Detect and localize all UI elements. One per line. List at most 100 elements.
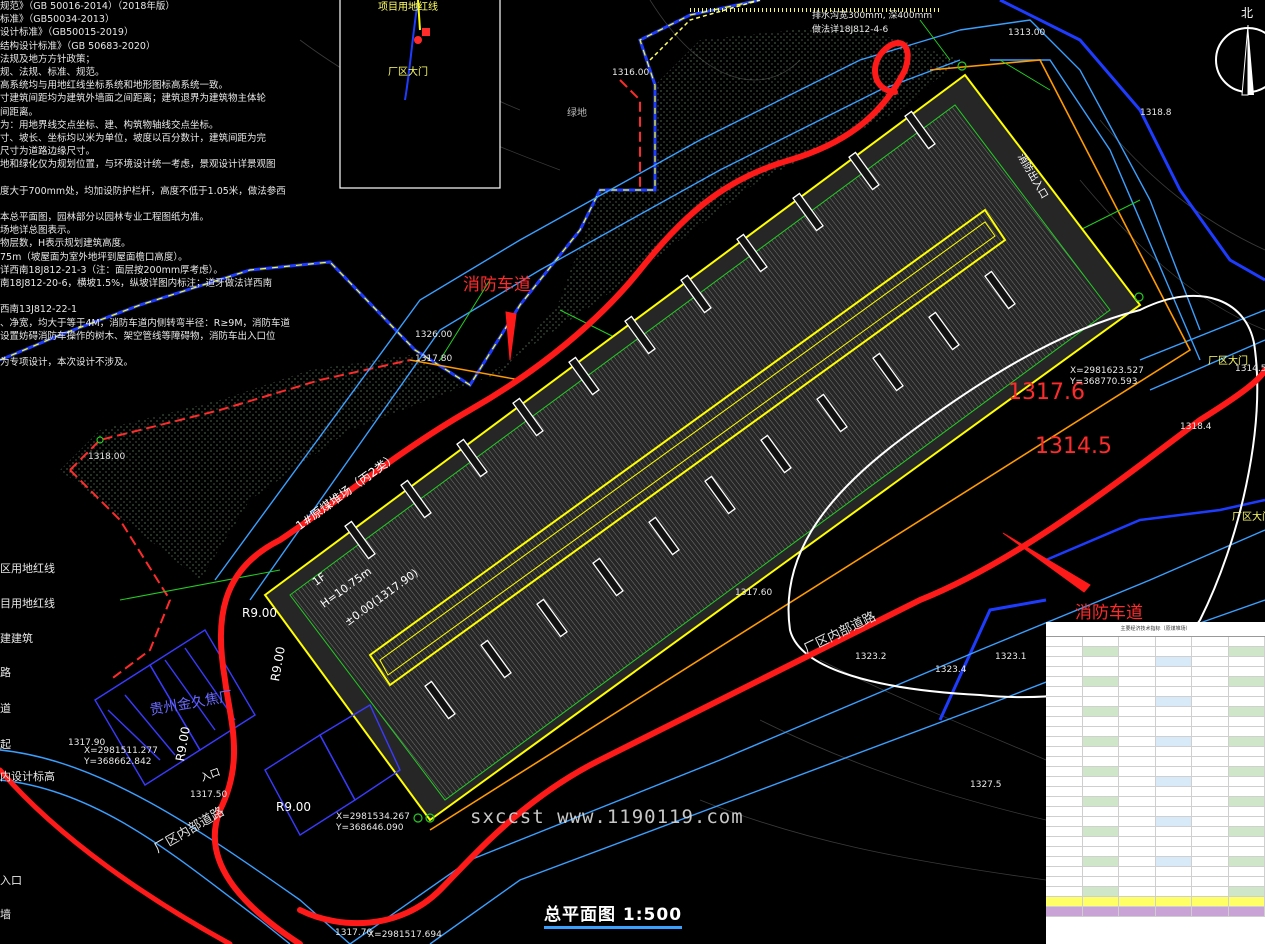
- table-cell: [1156, 747, 1192, 756]
- table-cell: [1046, 817, 1083, 826]
- table-cell: [1046, 767, 1083, 776]
- table-cell: [1083, 687, 1119, 696]
- table-cell: [1228, 767, 1265, 776]
- table-cell: [1192, 697, 1229, 706]
- table-cell: [1046, 897, 1083, 906]
- elevation-tag: 1323.1: [995, 652, 1027, 662]
- note-line: 场地详总图表示。: [0, 225, 77, 237]
- table-cell: [1082, 647, 1119, 656]
- table-cell: [1082, 907, 1119, 916]
- note-line: 西南13J812-22-1: [0, 304, 78, 316]
- elevation-tag: 1323.2: [855, 652, 887, 662]
- table-cell: [1156, 877, 1192, 886]
- table-cell: [1046, 707, 1083, 716]
- table-cell: [1119, 887, 1156, 896]
- table-cell: [1229, 877, 1265, 886]
- table-cell: [1082, 827, 1119, 836]
- note-line: 寸建筑间距均为建筑外墙面之间距离；建筑退界为建筑物主体轮: [0, 93, 267, 105]
- table-cell: [1046, 887, 1083, 896]
- table-cell: [1046, 727, 1083, 736]
- table-cell: [1192, 717, 1229, 726]
- table-cell: [1119, 897, 1156, 906]
- table-cell: [1046, 797, 1083, 806]
- table-cell: [1119, 727, 1156, 736]
- table-cell: [1119, 867, 1156, 876]
- table-cell: [1228, 677, 1265, 686]
- table-cell: [1228, 827, 1265, 836]
- table-cell: [1119, 797, 1156, 806]
- table-cell: [1156, 727, 1192, 736]
- coordinate-label: X=2981623.527: [1070, 366, 1144, 376]
- table-cell: [1119, 707, 1156, 716]
- economic-indicator-table: 主要经济技术指标（原煤堆场）: [1046, 622, 1265, 944]
- note-line: 寸、坡长、坐标均以米为单位，坡度以百分数计，建筑间距为完: [0, 132, 267, 144]
- legend-item: 道: [0, 702, 11, 715]
- table-cell: [1229, 697, 1265, 706]
- table-cell: [1119, 757, 1156, 766]
- note-line: 高系统均与用地红线坐标系统和地形图标高系统一致。: [0, 80, 229, 92]
- table-title: 主要经济技术指标（原煤堆场）: [1046, 622, 1265, 637]
- table-cell: [1156, 757, 1192, 766]
- table-cell: [1228, 797, 1265, 806]
- table-cell: [1155, 697, 1192, 706]
- table-row: [1046, 767, 1265, 777]
- table-cell: [1046, 667, 1083, 676]
- table-cell: [1119, 877, 1156, 886]
- table-cell: [1156, 647, 1192, 656]
- note-line: 物层数，H表示规划建筑高度。: [0, 238, 131, 250]
- grass-label: 绿地: [567, 108, 587, 119]
- table-cell: [1082, 887, 1119, 896]
- table-cell: [1228, 737, 1265, 746]
- table-cell: [1156, 677, 1192, 686]
- table-cell: [1192, 897, 1229, 906]
- table-cell: [1083, 777, 1119, 786]
- coordinate-label: Y=368770.593: [1070, 377, 1138, 387]
- table-cell: [1192, 817, 1229, 826]
- table-cell: [1192, 857, 1229, 866]
- table-cell: [1046, 807, 1083, 816]
- table-cell: [1083, 807, 1119, 816]
- north-label: 北: [1241, 6, 1254, 20]
- table-cell: [1119, 787, 1156, 796]
- table-row: [1046, 797, 1265, 807]
- elevation-tag: 1317.50: [190, 790, 228, 800]
- radius-label: R9.00: [242, 606, 278, 620]
- table-cell: [1192, 887, 1229, 896]
- table-cell: [1046, 777, 1083, 786]
- table-cell: [1046, 687, 1083, 696]
- note-line: 标准》（GB50034-2013）: [0, 14, 115, 26]
- table-cell: [1156, 807, 1192, 816]
- table-cell: [1046, 867, 1083, 876]
- table-cell: [1192, 757, 1229, 766]
- table-cell: [1083, 837, 1119, 846]
- table-row: [1046, 887, 1265, 897]
- elevation-tag: 1326.00: [415, 330, 453, 340]
- table-row: [1046, 747, 1265, 757]
- table-cell: [1046, 757, 1083, 766]
- legend-item: 入口: [0, 874, 22, 887]
- table-cell: [1082, 857, 1119, 866]
- note-line: 为：用地界线交点坐标、建、构筑物轴线交点坐标。: [0, 119, 219, 131]
- table-cell: [1119, 907, 1156, 916]
- elevation-tag: 1317.60: [735, 588, 773, 598]
- table-cell: [1229, 747, 1265, 756]
- table-cell: [1155, 777, 1192, 786]
- table-cell: [1119, 737, 1156, 746]
- table-cell: [1156, 887, 1192, 896]
- table-cell: [1119, 837, 1156, 846]
- note-line: 结构设计标准》（GB 50683-2020）: [0, 40, 156, 52]
- table-row: [1046, 667, 1265, 677]
- table-cell: [1156, 787, 1192, 796]
- note-line: 规范》（GB 50016-2014）（2018年版）: [0, 1, 175, 12]
- table-cell: [1083, 867, 1119, 876]
- table-cell: [1156, 837, 1192, 846]
- inset-gate-label: 厂区大门: [388, 67, 428, 78]
- table-cell: [1192, 727, 1229, 736]
- table-cell: [1229, 867, 1265, 876]
- table-row: [1046, 837, 1265, 847]
- note-line: 间距离。: [0, 106, 39, 118]
- table-cell: [1192, 767, 1229, 776]
- elevation-tag: 1318.8: [1140, 108, 1172, 118]
- note-line: 南18J812-20-6，横坡1.5%，纵坡详图内标注；道牙做法详西南: [0, 277, 273, 289]
- table-cell: [1046, 827, 1083, 836]
